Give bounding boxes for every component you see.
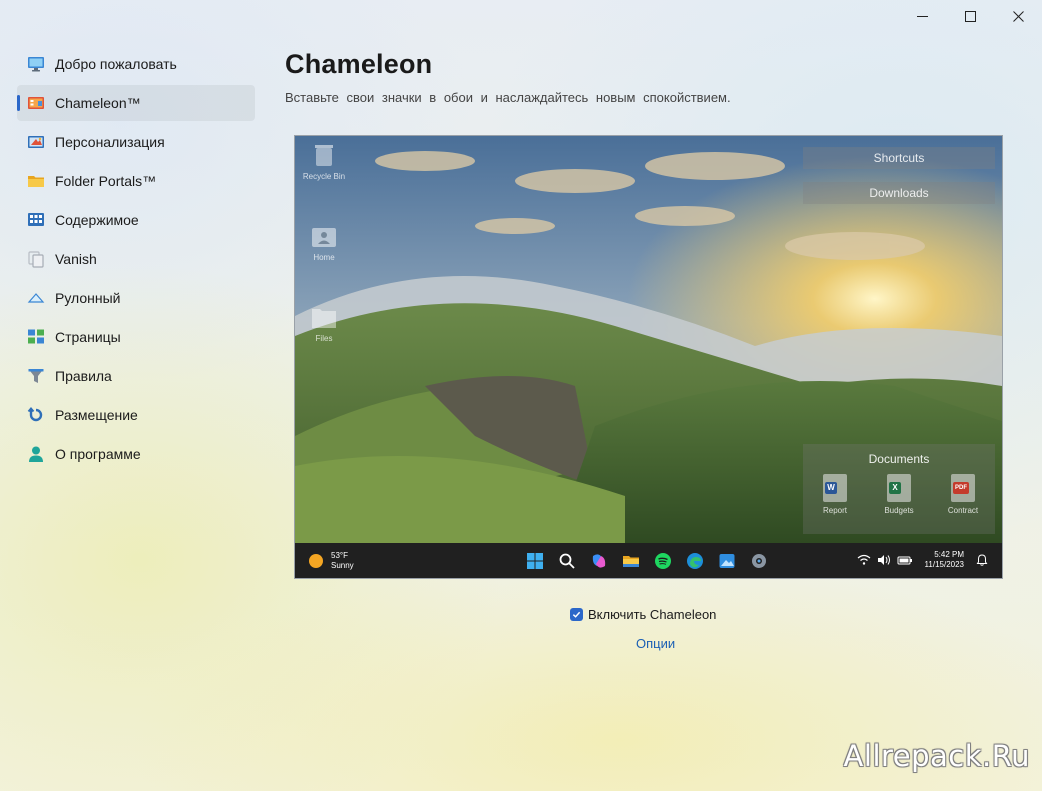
sidebar-item-label: Размещение (55, 407, 138, 423)
chameleon-icon (27, 94, 45, 112)
fence-documents: Documents W Report X Budgets PDF Contrac… (803, 444, 995, 534)
sidebar-nav: Добро пожаловать Chameleon™ Персонализац… (17, 46, 255, 475)
sidebar-item-label: Правила (55, 368, 112, 384)
fence-shortcuts: Shortcuts (803, 147, 995, 169)
sidebar-item-personalization[interactable]: Персонализация (17, 124, 255, 160)
fence-documents-title: Documents (868, 452, 930, 466)
sidebar-item-rules[interactable]: Правила (17, 358, 255, 394)
sidebar-item-label: Персонализация (55, 134, 165, 150)
minimize-icon (916, 15, 928, 17)
sidebar-item-label: О программе (55, 446, 141, 462)
sidebar-item-label: Содержимое (55, 212, 139, 228)
photos-icon (715, 550, 738, 571)
sidebar-item-placement[interactable]: Размещение (17, 397, 255, 433)
document-contract: PDF Contract (937, 474, 989, 515)
pdf-document-icon: PDF (951, 474, 975, 502)
preview-taskbar: 53°F Sunny 5:42 PM 11/15/2023 (295, 543, 1002, 578)
document-budgets: X Budgets (873, 474, 925, 515)
home-folder-icon (311, 223, 337, 249)
files-folder-icon (311, 304, 337, 330)
monitor-icon (27, 55, 45, 73)
search-icon (555, 550, 578, 571)
settings-icon (747, 550, 770, 571)
pages-icon (27, 328, 45, 346)
minimize-button[interactable] (898, 0, 946, 32)
options-link[interactable]: Опции (636, 636, 675, 651)
file-explorer-icon (619, 550, 642, 571)
close-icon (1012, 10, 1024, 22)
maximize-icon (964, 10, 976, 22)
sidebar-item-label: Добро пожаловать (55, 56, 177, 72)
content-grid-icon (27, 211, 45, 229)
sidebar-item-content[interactable]: Содержимое (17, 202, 255, 238)
spotify-icon (651, 550, 674, 571)
sun-icon (309, 553, 323, 568)
folder-icon (27, 172, 45, 190)
sidebar-item-roll-up[interactable]: Рулонный (17, 280, 255, 316)
excel-document-icon: X (887, 474, 911, 502)
main-content: Chameleon Вставьте свои значки в обои и … (285, 46, 731, 105)
placement-icon (27, 406, 45, 424)
notification-bell-icon (976, 554, 988, 566)
page-title: Chameleon (285, 49, 433, 79)
recycle-bin-icon (311, 142, 337, 168)
desktop-icon-home: Home (297, 223, 351, 262)
sidebar-item-folder-portals[interactable]: Folder Portals™ (17, 163, 255, 199)
fence-downloads: Downloads (803, 182, 995, 204)
close-button[interactable] (994, 0, 1042, 32)
sidebar-item-about[interactable]: О программе (17, 436, 255, 472)
weather-widget: 53°F Sunny (309, 551, 354, 571)
sidebar-item-chameleon[interactable]: Chameleon™ (17, 85, 255, 121)
sidebar-item-pages[interactable]: Страницы (17, 319, 255, 355)
sidebar-item-vanish[interactable]: Vanish (17, 241, 255, 277)
desktop-icon-recycle-bin: Recycle Bin (297, 142, 351, 181)
sidebar-item-welcome[interactable]: Добро пожаловать (17, 46, 255, 82)
roll-up-icon (27, 289, 45, 307)
window-controls (898, 0, 1042, 32)
desktop-preview-image: Recycle Bin Home Files Shortcuts Downloa… (294, 135, 1003, 579)
filter-icon (27, 367, 45, 385)
battery-icon (897, 556, 912, 565)
sidebar-item-label: Рулонный (55, 290, 121, 306)
windows-start-icon (523, 550, 546, 571)
sidebar-item-label: Страницы (55, 329, 121, 345)
enable-chameleon-label: Включить Chameleon (588, 607, 717, 622)
person-icon (27, 445, 45, 463)
page-subtitle: Вставьте свои значки в обои и наслаждайт… (285, 90, 731, 105)
volume-icon (877, 555, 890, 565)
taskbar-apps (523, 550, 770, 571)
personalization-icon (27, 133, 45, 151)
checkbox-checked-icon[interactable] (570, 608, 583, 621)
copilot-icon (587, 550, 610, 571)
wifi-icon (857, 554, 870, 565)
desktop-icon-files: Files (297, 304, 351, 343)
clock: 5:42 PM 11/15/2023 (924, 550, 964, 569)
sidebar-item-label: Chameleon™ (55, 95, 141, 111)
vanish-icon (27, 250, 45, 268)
sidebar-item-label: Folder Portals™ (55, 173, 157, 189)
watermark: Allrepack.Ru (843, 739, 1030, 773)
enable-chameleon-checkbox[interactable]: Включить Chameleon (570, 607, 716, 622)
system-tray: 5:42 PM 11/15/2023 (857, 550, 988, 570)
maximize-button[interactable] (946, 0, 994, 32)
word-document-icon: W (823, 474, 847, 502)
sidebar-item-label: Vanish (55, 251, 97, 267)
document-report: W Report (809, 474, 861, 515)
edge-icon (683, 550, 706, 571)
